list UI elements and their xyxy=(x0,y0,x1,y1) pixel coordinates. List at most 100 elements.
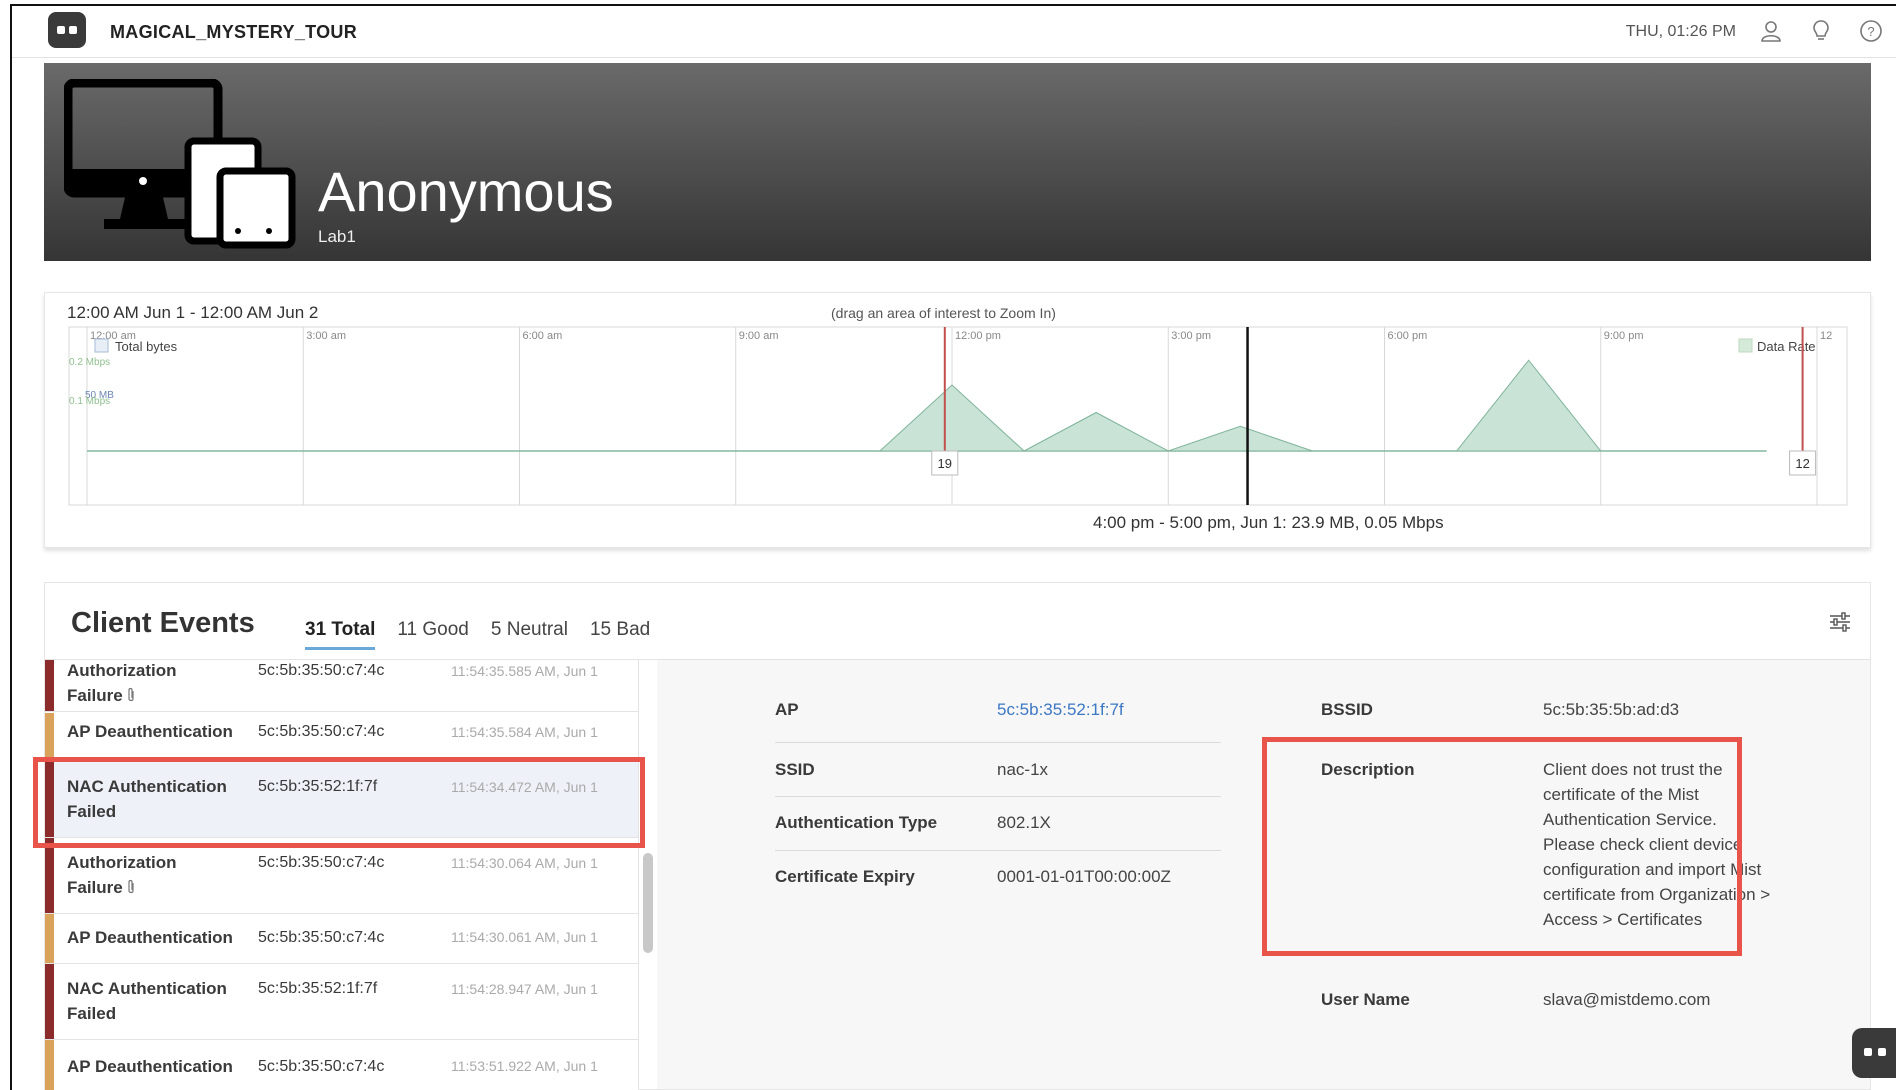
y-axis-label: 0.2 Mbps xyxy=(69,357,110,368)
event-mac: 5c:5b:35:52:1f:7f xyxy=(258,980,378,997)
event-row[interactable]: Authorization Failure 5c:5b:35:50:c7:4c 1… xyxy=(45,838,638,914)
x-tick-label: 3:00 pm xyxy=(1171,330,1211,342)
paperclip-icon xyxy=(128,879,134,894)
tab-good[interactable]: 11 Good xyxy=(397,619,468,641)
x-tick-label: 12:00 pm xyxy=(955,330,1001,342)
event-type: Authorization Failure xyxy=(67,660,257,708)
auth-type-value: 802.1X xyxy=(997,813,1051,832)
chat-support-icon[interactable] xyxy=(1852,1028,1896,1078)
severity-bar xyxy=(45,838,54,913)
ap-label: AP xyxy=(775,700,799,719)
event-type-line2: Failed xyxy=(67,1004,117,1023)
x-tick-label: 9:00 am xyxy=(739,330,779,342)
event-mac: 5c:5b:35:50:c7:4c xyxy=(258,854,385,871)
event-type-line1: NAC Authentication xyxy=(67,777,227,796)
severity-bar xyxy=(45,914,54,963)
top-bar: MAGICAL_MYSTERY_TOUR THU, 01:26 PM ? xyxy=(12,6,1896,58)
lightbulb-icon[interactable] xyxy=(1808,18,1834,44)
client-header: Anonymous Lab1 xyxy=(44,63,1871,261)
event-type: Authorization Failure xyxy=(67,850,257,900)
svg-text:?: ? xyxy=(1867,24,1874,39)
event-tabs: 31 Total 11 Good 5 Neutral 15 Bad xyxy=(305,619,650,650)
event-type-line1: Authorization xyxy=(67,661,177,680)
x-tick-label: 6:00 pm xyxy=(1388,330,1428,342)
client-name: Anonymous xyxy=(318,160,614,223)
event-list[interactable]: Authorization Failure 5c:5b:35:50:c7:4c 1… xyxy=(45,660,639,1090)
event-time: 11:54:34.472 AM, Jun 1 xyxy=(451,779,598,795)
event-row[interactable]: AP Deauthentication 5c:5b:35:50:c7:4c 11… xyxy=(45,713,638,762)
event-marker-count: 12 xyxy=(1795,456,1809,471)
event-list-scrollbar[interactable] xyxy=(643,853,653,953)
description-value: Client does not trust the certificate of… xyxy=(1543,760,1771,929)
event-type-line1: NAC Authentication xyxy=(67,979,227,998)
event-type-line1: Authorization xyxy=(67,853,177,872)
event-row[interactable]: Authorization Failure 5c:5b:35:50:c7:4c 1… xyxy=(45,660,638,712)
event-time: 11:53:51.922 AM, Jun 1 xyxy=(451,1058,598,1074)
zoom-hint: (drag an area of interest to Zoom In) xyxy=(831,305,1056,321)
divider xyxy=(775,850,1221,851)
event-type-line2: Failure xyxy=(67,686,123,705)
org-name[interactable]: MAGICAL_MYSTERY_TOUR xyxy=(110,22,357,43)
event-time: 11:54:30.061 AM, Jun 1 xyxy=(451,929,598,945)
x-tick-label: 6:00 am xyxy=(523,330,563,342)
event-marker-count: 19 xyxy=(938,456,952,471)
mist-logo-icon[interactable] xyxy=(48,12,86,48)
severity-bar xyxy=(45,713,54,761)
clock: THU, 01:26 PM xyxy=(1625,23,1736,40)
event-detail-panel: AP 5c:5b:35:52:1f:7f SSID nac-1x Authent… xyxy=(657,660,1870,1089)
severity-bar xyxy=(45,1040,54,1090)
timeline-chart[interactable]: 12:00 am 3:00 am 6:00 am 9:00 am 12:00 pm 3:0… xyxy=(67,325,1851,507)
event-mac: 5c:5b:35:50:c7:4c xyxy=(258,662,385,679)
divider xyxy=(775,742,1221,743)
paperclip-icon xyxy=(128,687,134,702)
tab-total[interactable]: 31 Total xyxy=(305,619,376,650)
event-row[interactable]: NAC Authentication Failed 5c:5b:35:52:1f:… xyxy=(45,964,638,1040)
help-icon[interactable]: ? xyxy=(1858,18,1884,44)
event-mac: 5c:5b:35:50:c7:4c xyxy=(258,929,385,946)
time-range-label: 12:00 AM Jun 1 - 12:00 AM Jun 2 xyxy=(67,303,319,322)
severity-bar xyxy=(45,660,54,711)
description-label: Description xyxy=(1321,760,1415,779)
event-mac: 5c:5b:35:50:c7:4c xyxy=(258,1058,385,1075)
x-tick-label: 3:00 am xyxy=(306,330,346,342)
event-mac: 5c:5b:35:50:c7:4c xyxy=(258,723,385,740)
event-row[interactable]: AP Deauthentication 5c:5b:35:50:c7:4c 11… xyxy=(45,914,638,964)
event-type: AP Deauthentication xyxy=(67,928,233,947)
x-tick-label: 12 xyxy=(1820,330,1832,342)
hover-readout: 4:00 pm - 5:00 pm, Jun 1: 23.9 MB, 0.05 … xyxy=(1093,513,1444,532)
event-row[interactable]: AP Deauthentication 5c:5b:35:50:c7:4c 11… xyxy=(45,1040,638,1090)
filter-settings-icon[interactable] xyxy=(1828,611,1852,633)
x-tick-label: 9:00 pm xyxy=(1604,330,1644,342)
user-icon[interactable] xyxy=(1758,18,1784,44)
y-axis-label: 0.1 Mbps xyxy=(69,396,110,407)
event-type-line2: Failed xyxy=(67,802,117,821)
divider xyxy=(775,796,1221,797)
ssid-label: SSID xyxy=(775,760,815,779)
timeline-card: 12:00 AM Jun 1 - 12:00 AM Jun 2 (drag an… xyxy=(44,292,1871,548)
severity-bar xyxy=(45,964,54,1039)
ssid-value: nac-1x xyxy=(997,760,1049,779)
ap-link[interactable]: 5c:5b:35:52:1f:7f xyxy=(997,697,1124,722)
event-type: NAC Authentication Failed xyxy=(67,976,257,1026)
bssid-label: BSSID xyxy=(1321,700,1373,719)
event-type: AP Deauthentication xyxy=(67,722,233,741)
cert-expiry-label: Certificate Expiry xyxy=(775,867,915,886)
auth-type-label: Authentication Type xyxy=(775,813,938,832)
tab-bad[interactable]: 15 Bad xyxy=(590,619,650,641)
event-mac: 5c:5b:35:52:1f:7f xyxy=(258,778,378,795)
user-name-label: User Name xyxy=(1321,990,1410,1009)
user-name-value: slava@mistdemo.com xyxy=(1543,990,1711,1009)
client-site: Lab1 xyxy=(318,227,356,246)
total-bytes-area xyxy=(87,359,1767,452)
devices-icon xyxy=(64,79,296,249)
event-time: 11:54:35.584 AM, Jun 1 xyxy=(451,724,598,740)
cert-expiry-value: 0001-01-01T00:00:00Z xyxy=(997,867,1171,886)
legend-total-bytes: Total bytes xyxy=(115,339,178,354)
event-time: 11:54:35.585 AM, Jun 1 xyxy=(451,663,598,679)
legend-swatch-data-rate xyxy=(1738,338,1753,353)
event-time: 11:54:28.947 AM, Jun 1 xyxy=(451,981,598,997)
event-row-selected[interactable]: NAC Authentication Failed 5c:5b:35:52:1f:… xyxy=(45,762,638,838)
events-title: Client Events xyxy=(71,607,255,639)
event-type-line2: Failure xyxy=(67,878,123,897)
tab-neutral[interactable]: 5 Neutral xyxy=(491,619,568,641)
